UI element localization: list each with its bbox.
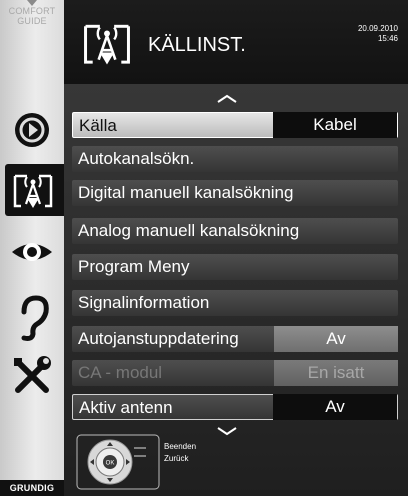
brand-logo: GRUNDIG (0, 480, 64, 496)
comfort-label: COMFORT (8, 6, 56, 16)
menu-item-label: Autojanstuppdatering (78, 329, 239, 348)
menu-item-ca-module: CA - modul En isatt (72, 360, 398, 386)
date-text: 20.09.2010 (357, 24, 398, 33)
menu-item-digital-manual-scan[interactable]: Digital manuell kanalsökning (72, 180, 398, 206)
time-text: 15:46 (377, 34, 398, 43)
main-panel: KÄLLINST. 20.09.2010 15:46 Källa Kabel A… (64, 0, 408, 496)
comfort-guide[interactable]: COMFORT GUIDE (0, 0, 64, 26)
guide-label: GUIDE (17, 16, 47, 26)
menu-item-label: Digital manuell kanalsökning (78, 183, 294, 202)
play-circle-icon (15, 113, 49, 147)
source-value[interactable]: Kabel (273, 112, 397, 138)
menu-item-active-antenna[interactable]: Aktiv antenn Av (72, 394, 398, 420)
datetime: 20.09.2010 15:46 (358, 24, 398, 44)
rail-item-picture[interactable] (0, 226, 64, 278)
eye-icon (12, 243, 52, 261)
antenna-source-icon (13, 174, 53, 208)
menu-item-signal-info[interactable]: Signalinformation (72, 290, 398, 316)
menu-item-label: Analog manuell kanalsökning (78, 221, 300, 240)
menu-item-label: Aktiv antenn (79, 398, 173, 417)
menu-item-auto-service-update[interactable]: Autojanstuppdatering Av (72, 326, 398, 352)
remote-control-icon: OK (76, 434, 160, 490)
menu-item-source[interactable]: Källa Kabel (72, 112, 398, 138)
hint-back: Zurück (164, 454, 189, 463)
menu-item-label: Program Meny (78, 257, 190, 276)
menu-item-label: Signalinformation (78, 293, 210, 312)
rail-item-source[interactable] (5, 164, 64, 216)
header: KÄLLINST. 20.09.2010 15:46 (64, 0, 408, 84)
auto-update-value[interactable]: Av (274, 326, 398, 352)
menu-item-auto-scan[interactable]: Autokanalsökn. (72, 146, 398, 172)
ok-button: OK (106, 461, 115, 467)
rail-item-playback[interactable] (0, 104, 64, 156)
menu-item-program-menu[interactable]: Program Meny (72, 254, 398, 280)
tools-icon (14, 356, 51, 393)
hint-exit: Beenden (164, 442, 197, 451)
page-title: KÄLLINST. (148, 34, 246, 56)
active-antenna-value[interactable]: Av (273, 394, 397, 420)
menu-item-analog-manual-scan[interactable]: Analog manuell kanalsökning (72, 218, 398, 244)
rail-item-sound[interactable] (0, 290, 64, 342)
scroll-down-icon[interactable] (216, 426, 238, 436)
rail-item-settings[interactable] (0, 350, 64, 402)
menu-item-label: CA - modul (78, 363, 163, 382)
scroll-up-icon[interactable] (216, 94, 238, 104)
menu-item-label: Autokanalsökn. (78, 149, 195, 168)
side-rail: COMFORT GUIDE GRUNDIG (0, 0, 65, 496)
ca-module-value: En isatt (274, 360, 398, 386)
ear-icon (21, 295, 49, 341)
antenna-source-icon (84, 24, 130, 65)
menu-item-label: Källa (79, 116, 117, 135)
